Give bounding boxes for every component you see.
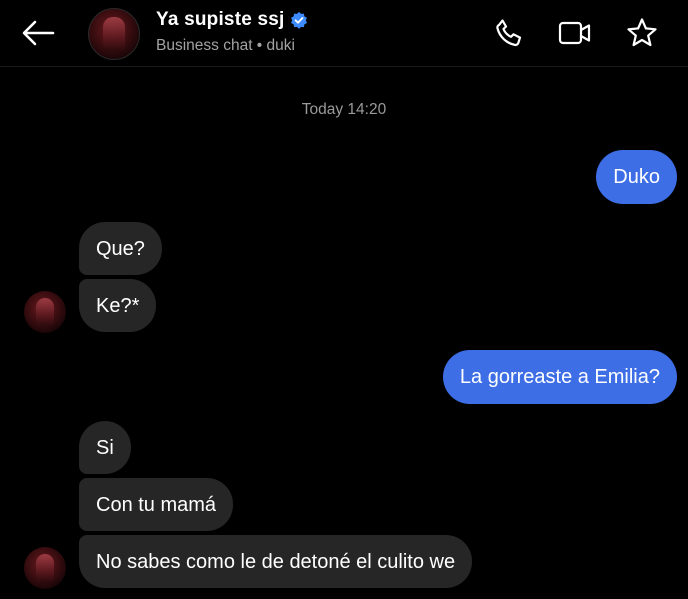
chat-header: Ya supiste ssj Business chat • duki <box>0 0 688 67</box>
incoming-message-bubble[interactable]: Si <box>79 421 131 474</box>
incoming-message-bubble[interactable]: Con tu mamá <box>79 478 234 531</box>
back-button[interactable] <box>18 14 58 52</box>
outgoing-message-bubble[interactable]: Duko <box>596 150 677 204</box>
contact-subtitle: Business chat • duki <box>156 37 295 54</box>
outgoing-message-bubble[interactable]: La gorreaste a Emilia? <box>442 350 677 404</box>
incoming-message-bubble[interactable]: Que? <box>79 222 162 275</box>
call-button[interactable] <box>491 15 527 51</box>
avatar-image <box>103 17 125 51</box>
sender-avatar[interactable] <box>24 291 66 333</box>
avatar-image <box>36 554 54 582</box>
contact-name: Ya supiste ssj <box>156 9 285 30</box>
incoming-message-bubble[interactable]: No sabes como le de detoné el culito we <box>79 535 473 588</box>
avatar-image <box>36 298 54 326</box>
favorite-button[interactable] <box>624 15 660 51</box>
contact-avatar[interactable] <box>88 8 140 60</box>
sender-avatar[interactable] <box>24 547 66 589</box>
star-icon <box>627 18 657 47</box>
video-call-button[interactable] <box>557 15 593 51</box>
contact-title-row[interactable]: Ya supiste ssj <box>156 9 308 31</box>
phone-icon <box>496 19 522 47</box>
verified-badge-icon <box>291 11 308 29</box>
back-arrow-icon <box>22 20 55 46</box>
incoming-message-bubble[interactable]: Ke?* <box>79 279 157 332</box>
message-timestamp: Today 14:20 <box>301 101 387 118</box>
video-camera-icon <box>558 21 591 45</box>
